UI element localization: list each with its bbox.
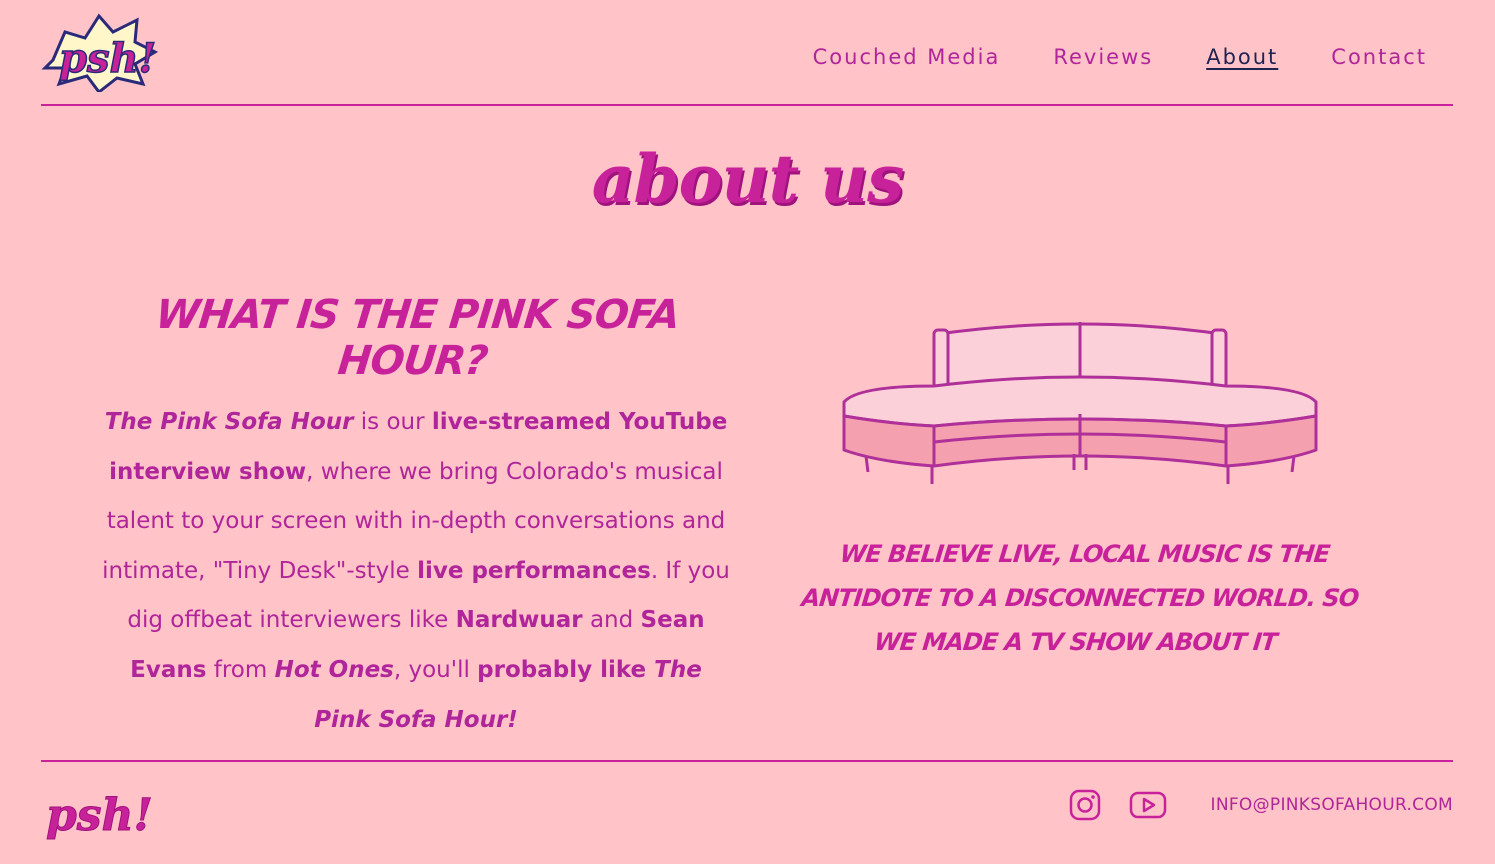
footer-divider <box>41 760 1453 762</box>
intro-paragraph: The Pink Sofa Hour is our live-streamed … <box>102 409 730 733</box>
nav-about[interactable]: About <box>1206 42 1278 72</box>
tagline: WE BELIEVE LIVE, LOCAL MUSIC IS THE ANTI… <box>800 540 1360 656</box>
main-nav: Couched Media Reviews About Contact <box>813 42 1427 72</box>
contact-email-link[interactable]: INFO@PINKSOFAHOUR.COM <box>1211 795 1453 815</box>
svg-text:psh!: psh! <box>59 35 156 82</box>
nav-contact[interactable]: Contact <box>1331 42 1427 72</box>
instagram-icon[interactable] <box>1068 788 1102 822</box>
site-header: psh! Couched Media Reviews About Contact <box>41 0 1453 106</box>
psh-logo[interactable]: psh! <box>41 12 159 92</box>
page-title: about us <box>591 140 905 218</box>
svg-text:psh!: psh! <box>46 790 153 841</box>
nav-reviews[interactable]: Reviews <box>1053 42 1153 72</box>
show-name: The Pink Sofa Hour <box>104 409 354 435</box>
nav-couched-media[interactable]: Couched Media <box>813 42 1001 72</box>
section-heading: WHAT IS THE PINK SOFA HOUR? <box>153 292 682 384</box>
sofa-illustration <box>842 322 1318 484</box>
youtube-icon[interactable] <box>1129 788 1167 822</box>
psh-footer-logo[interactable]: psh! <box>40 772 158 852</box>
